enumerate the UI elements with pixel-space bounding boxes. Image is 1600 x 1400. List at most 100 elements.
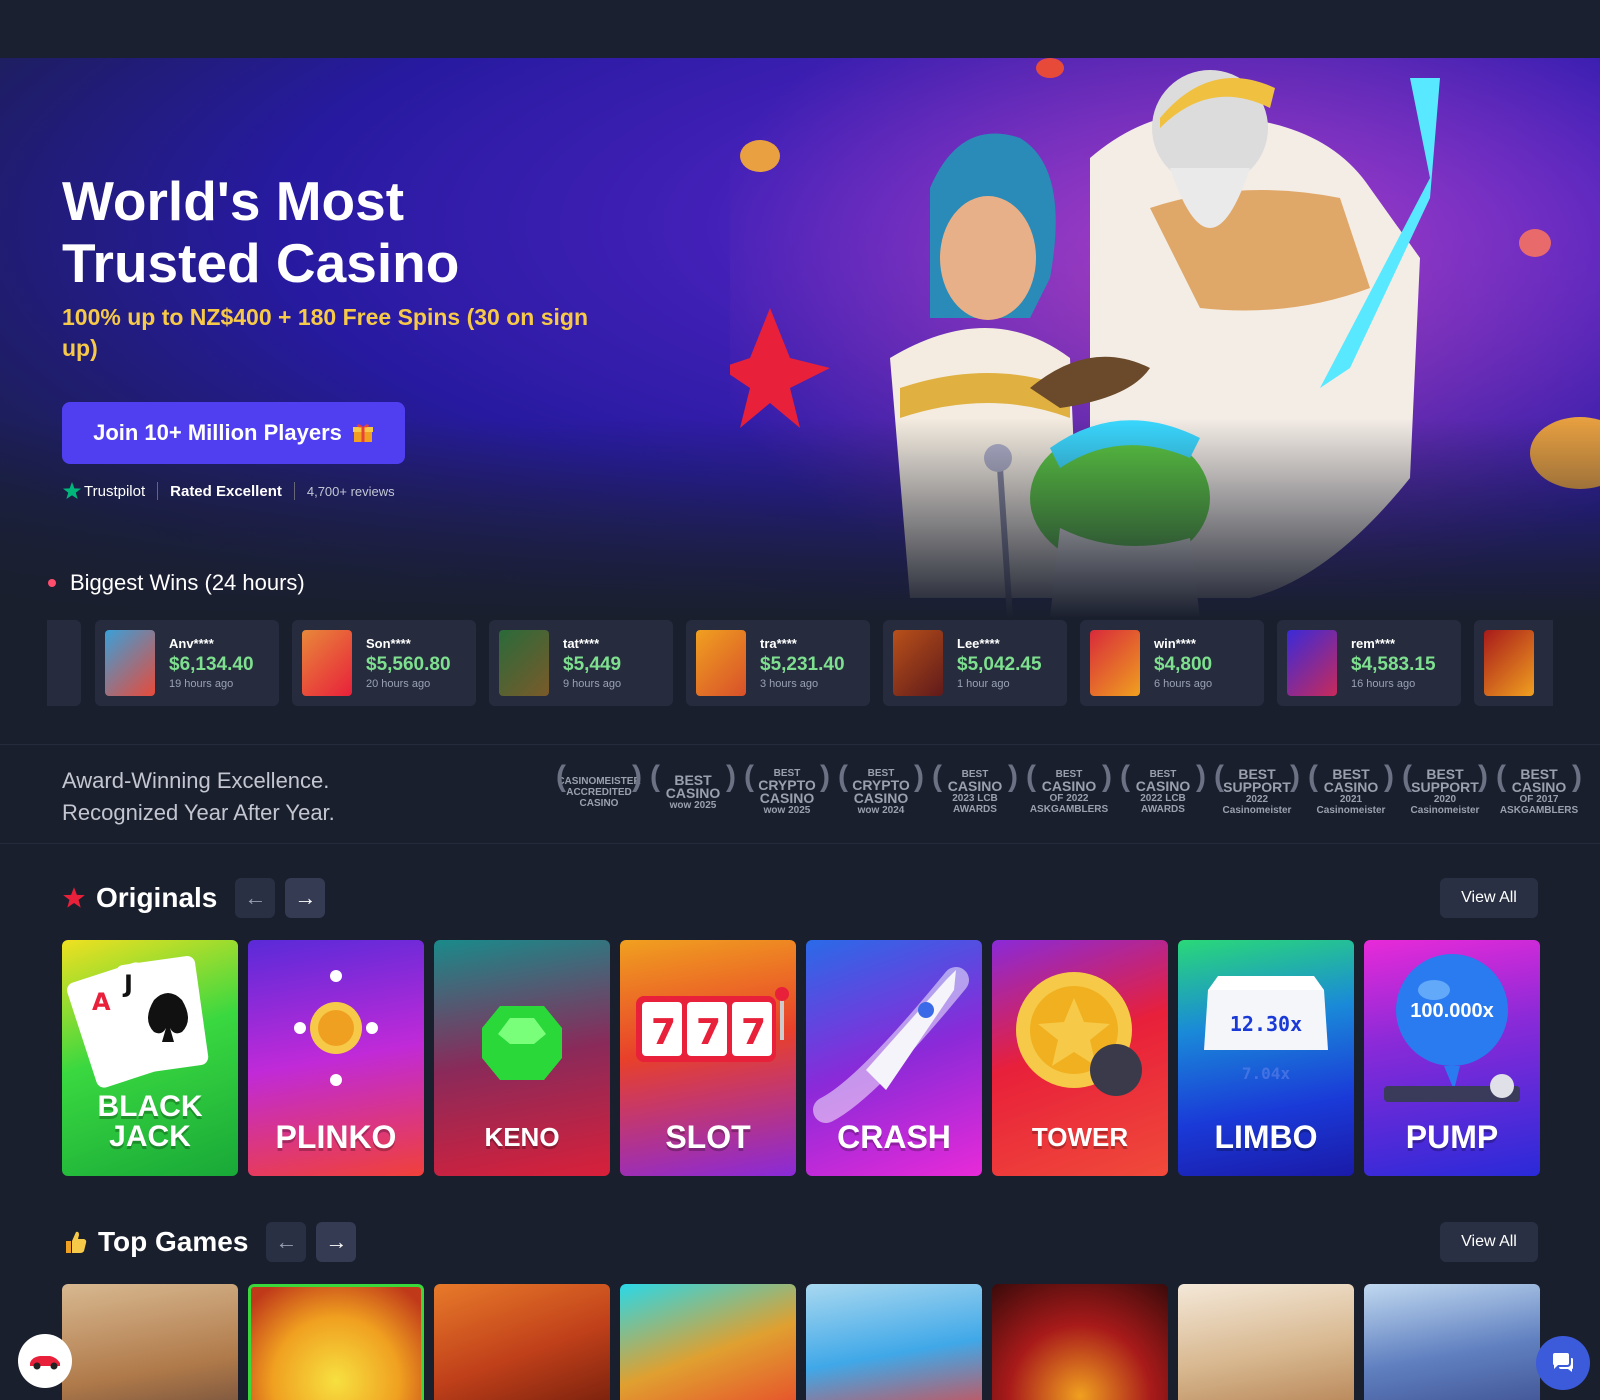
win-card[interactable]: tat**** $5,449 9 hours ago [489, 620, 673, 706]
award-badge-big: BEST CASINO [665, 771, 721, 801]
chat-icon [1553, 1353, 1573, 1372]
win-card[interactable]: Anv**** $6,134.40 19 hours ago [95, 620, 279, 706]
laurel-icon: ) [1196, 760, 1206, 793]
game-tile[interactable] [248, 1284, 424, 1400]
laurel-icon: ( [932, 760, 942, 793]
game-tile[interactable] [62, 1284, 238, 1400]
win-card[interactable]: win**** $4,800 6 hours ago [1080, 620, 1264, 706]
gift-icon [352, 424, 373, 442]
win-card[interactable]: Son**** $5,560.80 20 hours ago [292, 620, 476, 706]
originals-header: Originals ← → [62, 878, 335, 918]
awards-line2: Recognized Year After Year. [62, 800, 335, 825]
award-badge-bottom: 2023 LCB AWARDS [952, 793, 998, 815]
win-time: 1 hour ago [957, 678, 1010, 690]
awards-strip: Award-Winning Excellence. Recognized Yea… [0, 744, 1600, 844]
laurel-icon: ( [1402, 760, 1412, 793]
game-tile-keno[interactable]: KENO [434, 940, 610, 1176]
arrow-right-icon: → [294, 885, 317, 910]
originals-view-all-button[interactable]: View All [1440, 878, 1538, 918]
live-chat-button[interactable] [1536, 1336, 1590, 1390]
award-badge-big: BEST CASINO [1511, 766, 1567, 795]
win-card-partial[interactable] [47, 620, 81, 706]
laurel-icon: ( [1308, 760, 1318, 793]
hero-banner: World's Most Trusted Casino 100% up to N… [0, 58, 1600, 618]
tile-label: CRASH [837, 1119, 951, 1155]
top-games-view-all-button[interactable]: View All [1440, 1222, 1538, 1262]
win-time: 16 hours ago [1351, 678, 1416, 690]
win-user: win**** [1154, 636, 1196, 651]
laurel-icon: ( [1496, 760, 1506, 793]
thumbs-up-icon [66, 1231, 87, 1253]
game-tile-limbo[interactable]: 12.30x 7.04x LIMBO [1178, 940, 1354, 1176]
top-games-carousel [62, 1284, 1540, 1400]
laurel-icon: ) [632, 760, 642, 793]
game-thumbnail [499, 630, 549, 696]
win-amount: $5,042.45 [957, 654, 1042, 675]
join-button[interactable]: Join 10+ Million Players [62, 402, 405, 464]
prev-arrow-button[interactable]: ← [266, 1222, 307, 1262]
laurel-icon: ( [744, 760, 754, 793]
game-tile-tower[interactable]: TOWER [992, 940, 1168, 1176]
prev-arrow-button[interactable]: ← [235, 878, 276, 918]
laurel-icon: ( [838, 760, 848, 793]
game-tile-slot[interactable]: 7 7 7 SLOT [620, 940, 796, 1176]
award-badge: () BEST CASINO 2023 LCB AWARDS [930, 760, 1020, 819]
game-tile[interactable] [620, 1284, 796, 1400]
win-card[interactable]: rem**** $4,583.15 16 hours ago [1277, 620, 1461, 706]
laurel-icon: ) [820, 760, 830, 793]
trustpilot-rating[interactable]: Trustpilot Rated Excellent 4,700+ review… [62, 481, 395, 501]
next-arrow-button[interactable]: → [316, 1222, 357, 1262]
laurel-icon: ) [1290, 760, 1300, 793]
win-time: 6 hours ago [1154, 678, 1213, 690]
originals-carousel: A J BLACK JACK PLINKO KENO 7 7 7 SLOT CR… [62, 940, 1540, 1176]
win-user: Anv**** [169, 636, 214, 651]
laurel-icon: ) [1572, 760, 1582, 793]
game-tile[interactable] [1178, 1284, 1354, 1400]
divider [293, 482, 295, 500]
game-tile-blackjack[interactable]: A J BLACK JACK [62, 940, 238, 1176]
game-tile-pump[interactable]: 100.000x PUMP [1364, 940, 1540, 1176]
game-tile-plinko[interactable]: PLINKO [248, 940, 424, 1176]
game-thumbnail [893, 630, 943, 696]
win-user: tat**** [563, 636, 600, 651]
award-badge-bottom: wow 2025 [763, 805, 811, 816]
game-tile-crash[interactable]: CRASH [806, 940, 982, 1176]
award-badge: () BEST SUPPORT 2020 Casinomeister [1400, 760, 1490, 819]
game-tile[interactable] [992, 1284, 1168, 1400]
award-badge: () BEST CASINO 2022 LCB AWARDS [1118, 760, 1208, 819]
biggest-wins-heading: Biggest Wins (24 hours) [48, 570, 305, 596]
award-badges: () CASINOMEISTER ACCREDITED CASINO() BEST C… [554, 760, 1584, 819]
arrow-left-icon: ← [244, 885, 267, 910]
biggest-wins-carousel[interactable]: Anv**** $6,134.40 19 hours ago Son**** $5,5… [47, 620, 1553, 708]
live-dot-icon [48, 579, 56, 587]
game-tile[interactable] [806, 1284, 982, 1400]
win-amount: $4,800 [1154, 654, 1213, 675]
next-arrow-button[interactable]: → [285, 878, 326, 918]
laurel-icon: ) [1384, 760, 1394, 793]
game-thumbnail [696, 630, 746, 696]
tile-label: KENO [484, 1122, 560, 1152]
win-amount: $5,560.80 [366, 654, 451, 675]
originals-title: Originals [96, 882, 218, 913]
limbo-multiplier: 12.30x [1229, 1012, 1303, 1036]
laurel-icon: ) [726, 760, 736, 793]
win-card-partial[interactable] [1474, 620, 1553, 706]
game-tile[interactable] [1364, 1284, 1540, 1400]
award-badge-bottom: OF 2017 ASKGAMBLERS [1499, 794, 1579, 816]
win-user: Lee**** [957, 636, 1000, 651]
top-games-header: Top Games ← → [62, 1222, 366, 1262]
win-card[interactable]: tra**** $5,231.40 3 hours ago [686, 620, 870, 706]
tile-label: PLINKO [275, 1119, 397, 1155]
award-badge-bottom: 2022 Casinomeister [1222, 794, 1292, 816]
laurel-icon: ( [1214, 760, 1224, 793]
award-badge: () BEST CASINO 2021 Casinomeister [1306, 760, 1396, 819]
pump-multiplier: 100.000x [1410, 1000, 1494, 1022]
award-badge-big: BEST CASINO [1323, 766, 1379, 795]
laurel-icon: ) [1478, 760, 1488, 793]
arrow-right-icon: → [325, 1229, 348, 1254]
win-card[interactable]: Lee**** $5,042.45 1 hour ago [883, 620, 1067, 706]
promo-car-button[interactable] [18, 1334, 72, 1388]
top-games-title: Top Games [98, 1226, 249, 1257]
game-tile[interactable] [434, 1284, 610, 1400]
hero-title-line1: World's Most [62, 170, 405, 232]
